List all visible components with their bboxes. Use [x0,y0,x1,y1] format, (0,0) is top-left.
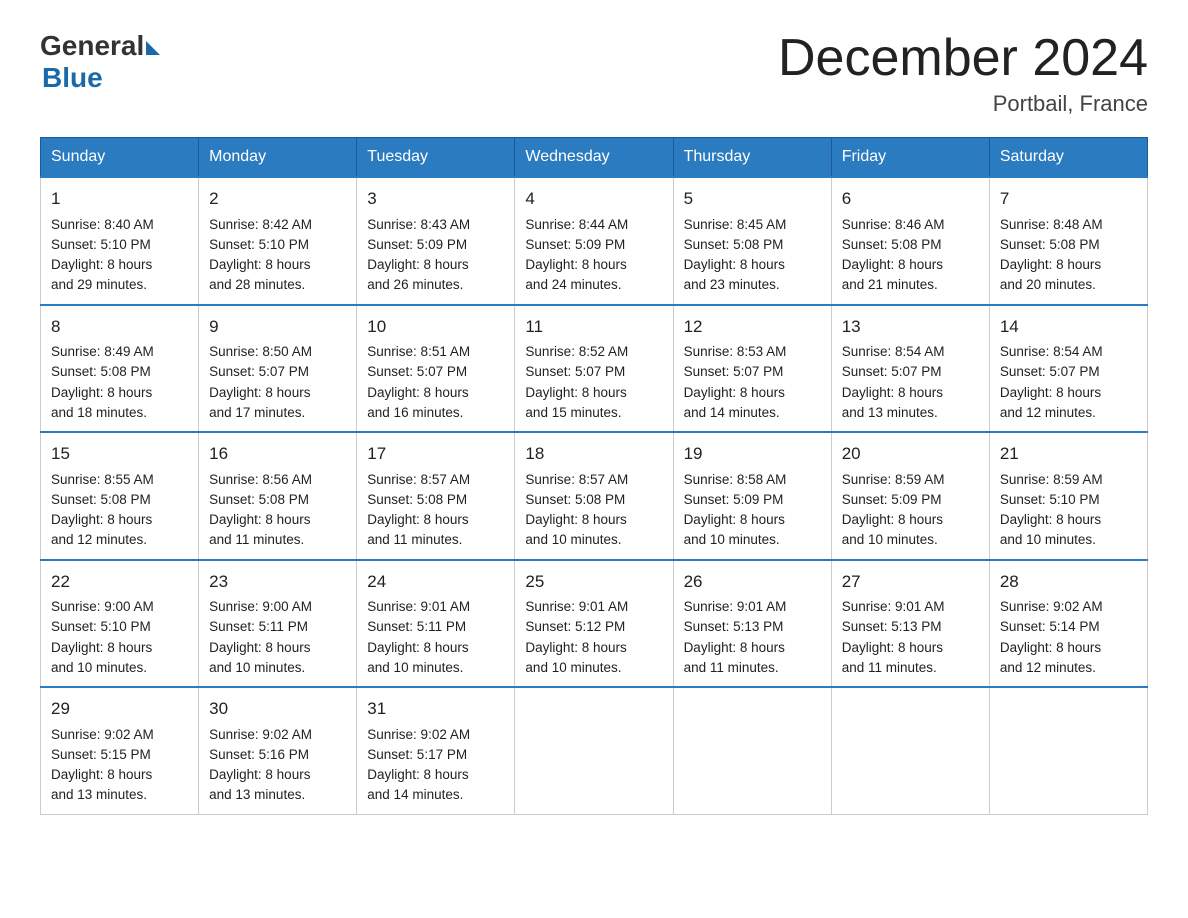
location: Portbail, France [778,91,1148,117]
day-of-week-header: Saturday [989,138,1147,178]
day-number: 28 [1000,569,1137,595]
day-number: 4 [525,186,662,212]
day-number: 20 [842,441,979,467]
day-number: 17 [367,441,504,467]
day-number: 13 [842,314,979,340]
calendar-cell [515,687,673,814]
calendar-cell: 19Sunrise: 8:58 AMSunset: 5:09 PMDayligh… [673,432,831,560]
day-number: 9 [209,314,346,340]
calendar-week-row: 29Sunrise: 9:02 AMSunset: 5:15 PMDayligh… [41,687,1148,814]
calendar-table: SundayMondayTuesdayWednesdayThursdayFrid… [40,137,1148,815]
day-number: 10 [367,314,504,340]
calendar-cell: 6Sunrise: 8:46 AMSunset: 5:08 PMDaylight… [831,177,989,305]
calendar-cell: 25Sunrise: 9:01 AMSunset: 5:12 PMDayligh… [515,560,673,688]
calendar-cell: 3Sunrise: 8:43 AMSunset: 5:09 PMDaylight… [357,177,515,305]
calendar-cell: 12Sunrise: 8:53 AMSunset: 5:07 PMDayligh… [673,305,831,433]
day-number: 22 [51,569,188,595]
calendar-cell: 18Sunrise: 8:57 AMSunset: 5:08 PMDayligh… [515,432,673,560]
calendar-header-row: SundayMondayTuesdayWednesdayThursdayFrid… [41,138,1148,178]
calendar-cell: 10Sunrise: 8:51 AMSunset: 5:07 PMDayligh… [357,305,515,433]
logo-general-text: General [40,30,144,62]
calendar-cell: 1Sunrise: 8:40 AMSunset: 5:10 PMDaylight… [41,177,199,305]
calendar-cell: 4Sunrise: 8:44 AMSunset: 5:09 PMDaylight… [515,177,673,305]
day-number: 5 [684,186,821,212]
calendar-cell: 7Sunrise: 8:48 AMSunset: 5:08 PMDaylight… [989,177,1147,305]
calendar-cell: 29Sunrise: 9:02 AMSunset: 5:15 PMDayligh… [41,687,199,814]
calendar-week-row: 15Sunrise: 8:55 AMSunset: 5:08 PMDayligh… [41,432,1148,560]
month-title: December 2024 [778,30,1148,87]
logo-blue-text: Blue [42,62,103,94]
calendar-cell: 2Sunrise: 8:42 AMSunset: 5:10 PMDaylight… [199,177,357,305]
calendar-cell: 22Sunrise: 9:00 AMSunset: 5:10 PMDayligh… [41,560,199,688]
calendar-cell: 24Sunrise: 9:01 AMSunset: 5:11 PMDayligh… [357,560,515,688]
day-of-week-header: Monday [199,138,357,178]
day-of-week-header: Tuesday [357,138,515,178]
day-of-week-header: Friday [831,138,989,178]
calendar-cell: 21Sunrise: 8:59 AMSunset: 5:10 PMDayligh… [989,432,1147,560]
day-number: 8 [51,314,188,340]
day-number: 23 [209,569,346,595]
day-number: 30 [209,696,346,722]
calendar-cell: 11Sunrise: 8:52 AMSunset: 5:07 PMDayligh… [515,305,673,433]
day-number: 14 [1000,314,1137,340]
title-section: December 2024 Portbail, France [778,30,1148,117]
day-number: 11 [525,314,662,340]
logo-arrow-icon [146,41,160,55]
logo: General Blue [40,30,160,94]
day-number: 26 [684,569,821,595]
day-number: 25 [525,569,662,595]
calendar-cell: 17Sunrise: 8:57 AMSunset: 5:08 PMDayligh… [357,432,515,560]
day-of-week-header: Thursday [673,138,831,178]
calendar-cell: 31Sunrise: 9:02 AMSunset: 5:17 PMDayligh… [357,687,515,814]
day-number: 2 [209,186,346,212]
calendar-cell: 14Sunrise: 8:54 AMSunset: 5:07 PMDayligh… [989,305,1147,433]
calendar-week-row: 8Sunrise: 8:49 AMSunset: 5:08 PMDaylight… [41,305,1148,433]
calendar-cell [673,687,831,814]
day-of-week-header: Sunday [41,138,199,178]
day-number: 31 [367,696,504,722]
calendar-cell: 5Sunrise: 8:45 AMSunset: 5:08 PMDaylight… [673,177,831,305]
calendar-cell [831,687,989,814]
calendar-cell: 27Sunrise: 9:01 AMSunset: 5:13 PMDayligh… [831,560,989,688]
day-of-week-header: Wednesday [515,138,673,178]
calendar-week-row: 1Sunrise: 8:40 AMSunset: 5:10 PMDaylight… [41,177,1148,305]
calendar-cell: 26Sunrise: 9:01 AMSunset: 5:13 PMDayligh… [673,560,831,688]
day-number: 29 [51,696,188,722]
day-number: 18 [525,441,662,467]
calendar-cell: 23Sunrise: 9:00 AMSunset: 5:11 PMDayligh… [199,560,357,688]
calendar-cell: 20Sunrise: 8:59 AMSunset: 5:09 PMDayligh… [831,432,989,560]
day-number: 19 [684,441,821,467]
day-number: 3 [367,186,504,212]
day-number: 15 [51,441,188,467]
day-number: 1 [51,186,188,212]
calendar-cell: 13Sunrise: 8:54 AMSunset: 5:07 PMDayligh… [831,305,989,433]
calendar-cell: 9Sunrise: 8:50 AMSunset: 5:07 PMDaylight… [199,305,357,433]
day-number: 21 [1000,441,1137,467]
day-number: 24 [367,569,504,595]
day-number: 27 [842,569,979,595]
day-number: 16 [209,441,346,467]
calendar-cell: 16Sunrise: 8:56 AMSunset: 5:08 PMDayligh… [199,432,357,560]
calendar-cell: 15Sunrise: 8:55 AMSunset: 5:08 PMDayligh… [41,432,199,560]
calendar-cell: 8Sunrise: 8:49 AMSunset: 5:08 PMDaylight… [41,305,199,433]
day-number: 7 [1000,186,1137,212]
day-number: 6 [842,186,979,212]
calendar-cell: 30Sunrise: 9:02 AMSunset: 5:16 PMDayligh… [199,687,357,814]
calendar-cell [989,687,1147,814]
day-number: 12 [684,314,821,340]
calendar-cell: 28Sunrise: 9:02 AMSunset: 5:14 PMDayligh… [989,560,1147,688]
page-header: General Blue December 2024 Portbail, Fra… [40,30,1148,117]
calendar-week-row: 22Sunrise: 9:00 AMSunset: 5:10 PMDayligh… [41,560,1148,688]
